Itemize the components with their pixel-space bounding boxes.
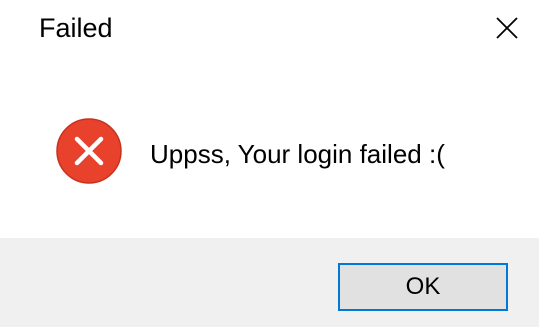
close-button[interactable] — [489, 10, 525, 46]
error-message: Uppss, Your login failed :( — [150, 139, 445, 169]
dialog-footer: OK — [0, 238, 539, 327]
error-icon — [56, 118, 122, 184]
close-icon — [496, 17, 518, 39]
title-bar: Failed — [0, 0, 539, 60]
dialog-content: Uppss, Your login failed :( — [0, 100, 539, 220]
dialog-title: Failed — [39, 13, 113, 43]
ok-button[interactable]: OK — [338, 263, 508, 311]
error-dialog: Failed Uppss, Your login failed :( OK — [0, 0, 539, 327]
